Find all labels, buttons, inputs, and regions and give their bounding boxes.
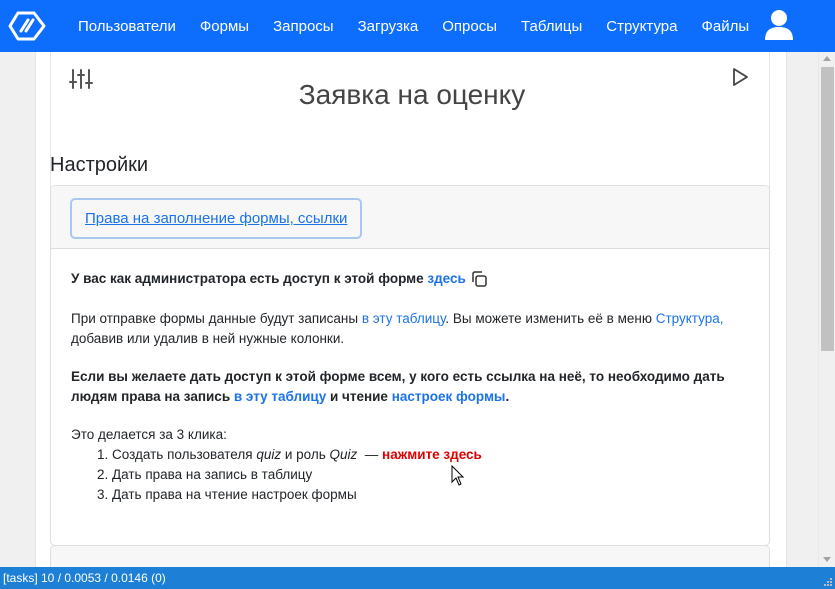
status-bar: [tasks] 10 / 0.0053 / 0.0146 (0) (0, 567, 835, 589)
nav-item-forms[interactable]: Формы (188, 18, 261, 35)
step1-prefix: 1. Создать пользователя (97, 447, 257, 462)
nav-item-tables[interactable]: Таблицы (509, 18, 594, 35)
data-text-1: При отправке формы данные будут записаны (71, 311, 362, 326)
nav-item-upload[interactable]: Загрузка (346, 18, 431, 35)
create-user-action-link[interactable]: нажмите здесь (382, 447, 482, 462)
nav-item-queries[interactable]: Запросы (261, 18, 346, 35)
nav-item-structure[interactable]: Структура (594, 18, 689, 35)
public-access-text: Если вы желаете дать доступ к этой форме… (71, 367, 761, 407)
top-navbar: Пользователи Формы Запросы Загрузка Опро… (0, 0, 835, 52)
nav-item-users[interactable]: Пользователи (66, 18, 188, 35)
main-content: Заявка на оценку Настройки Права на запо… (0, 52, 818, 567)
access-table-link[interactable]: в эту таблицу (234, 389, 326, 404)
step1-role: Quiz (329, 447, 358, 462)
step-1: 1. Создать пользователя quiz и роль Quiz… (97, 445, 697, 465)
vertical-scrollbar[interactable] (818, 52, 835, 567)
admin-access-link[interactable]: здесь (427, 271, 465, 286)
step-3: 3. Дать права на чтение настроек формы (97, 487, 357, 502)
scroll-down-icon[interactable] (823, 557, 831, 562)
form-settings-link[interactable]: настроек формы (392, 389, 506, 404)
form-page: Заявка на оценку Настройки Права на запо… (35, 52, 787, 567)
copy-icon[interactable] (470, 270, 488, 288)
scroll-up-icon[interactable] (823, 56, 831, 61)
admin-access-label: У вас как администратора есть доступ к э… (71, 271, 428, 286)
data-storage-text: При отправке формы данные будут записаны… (71, 309, 761, 349)
step1-user: quiz (256, 447, 282, 462)
nav-item-surveys[interactable]: Опросы (430, 18, 509, 35)
data-text-3: добавив или удалив в ней нужные колонки. (71, 331, 345, 346)
user-icon[interactable] (764, 9, 794, 41)
settings-card-header: Права на заполнение формы, ссылки (51, 186, 769, 249)
scroll-thumb[interactable] (821, 67, 834, 351)
step1-middle: и роль (281, 447, 330, 462)
structure-link[interactable]: Структура, (656, 311, 724, 326)
steps-list: 1. Создать пользователя quiz и роль Quiz… (97, 445, 697, 505)
tab-access-links[interactable]: Права на заполнение формы, ссылки (70, 198, 363, 239)
page-title: Заявка на оценку (298, 79, 526, 110)
access-text-2: и чтение (326, 389, 392, 404)
step-2: 2. Дать права на запись в таблицу (97, 467, 313, 482)
next-card-header (50, 545, 770, 567)
data-table-link[interactable]: в эту таблицу (362, 311, 446, 326)
nav-item-files[interactable]: Файлы (689, 18, 761, 35)
form-header-card (50, 52, 770, 192)
admin-access-text: У вас как администратора есть доступ к э… (71, 269, 761, 289)
logo-icon[interactable] (8, 9, 46, 43)
resize-grip-icon[interactable] (822, 576, 833, 587)
settings-heading: Настройки (50, 154, 149, 176)
data-text-2: . Вы можете изменить её в меню (445, 311, 656, 326)
step1-dash: — (357, 447, 383, 462)
steps-intro: Это делается за 3 клика: (71, 427, 227, 442)
mouse-cursor-icon (451, 465, 465, 486)
nav-menu: Пользователи Формы Запросы Загрузка Опро… (66, 0, 761, 52)
access-text-3: . (505, 389, 510, 404)
